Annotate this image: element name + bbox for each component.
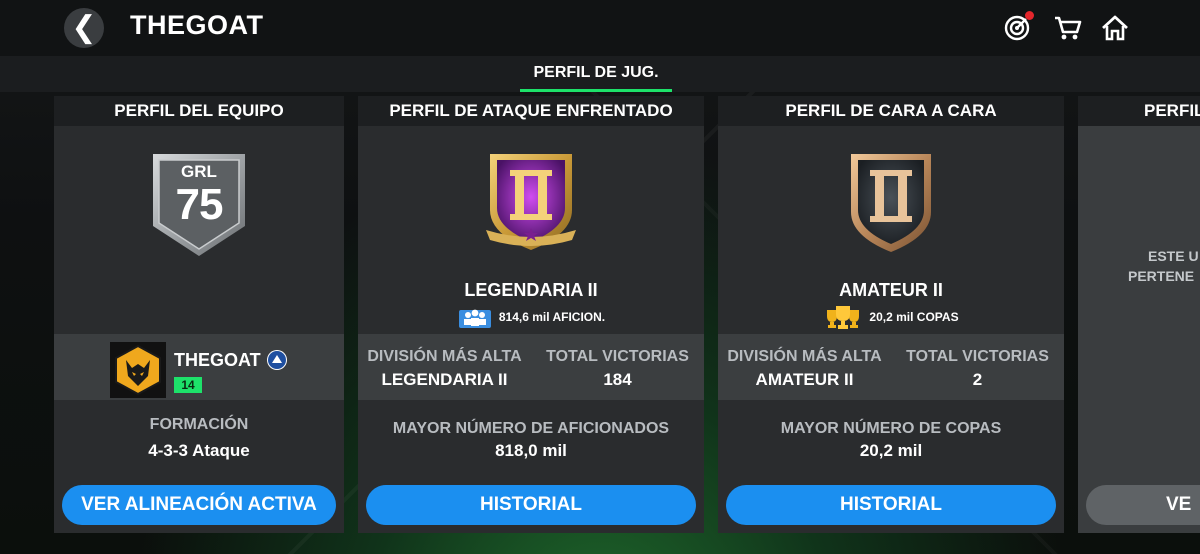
attack-stats-columns: DIVISIÓN MÁS ALTA LEGENDARIA II TOTAL VI… xyxy=(358,348,704,390)
highest-division-value: LEGENDARIA II xyxy=(381,370,508,389)
highest-division-label: DIVISIÓN MÁS ALTA xyxy=(727,348,882,365)
partial-text-line1: ESTE U xyxy=(1148,248,1199,264)
notification-dot xyxy=(1025,11,1034,20)
amateur-shield-icon xyxy=(851,154,931,252)
grl-label: GRL xyxy=(181,162,217,181)
amateur-rank-badge xyxy=(847,150,935,259)
tab-strip: PERFIL DE JUG. xyxy=(0,56,1200,92)
division-emblem-icon xyxy=(267,350,287,370)
h2h-rank-name: AMATEUR II xyxy=(839,280,943,300)
overall-rating-badge: GRL 75 xyxy=(151,152,247,263)
view-active-lineup-button[interactable]: VER ALINEACIÓN ACTIVA xyxy=(62,485,336,525)
most-cups-value: 20,2 mil xyxy=(859,441,923,460)
total-wins-label: TOTAL VICTORIAS xyxy=(546,348,689,365)
most-cups-label: MAYOR NÚMERO DE COPAS xyxy=(780,420,1002,437)
home-icon[interactable] xyxy=(1101,14,1129,42)
fans-stat: 814,6 mil AFICION. xyxy=(358,304,704,330)
total-wins-label: TOTAL VICTORIAS xyxy=(906,348,1049,365)
h2h-profile-card: PERFIL DE CARA A CARA AMATEUR II 20,2 mi… xyxy=(718,96,1064,533)
attack-profile-card: PERFIL DE ATAQUE ENFRENTADO LEGENDARIA I… xyxy=(358,96,704,533)
partial-profile-card: PERFIL ESTE U PERTENE VE xyxy=(1078,96,1200,533)
card-title: PERFIL DEL EQUIPO xyxy=(54,96,344,126)
objectives-target-icon[interactable] xyxy=(1003,11,1034,42)
card-title: PERFIL xyxy=(1078,96,1200,126)
cups-stat-value: 20,2 mil COPAS xyxy=(869,310,959,324)
legendary-shield-icon xyxy=(486,154,576,250)
level-badge: 14 xyxy=(174,377,202,393)
attack-rank-name: LEGENDARIA II xyxy=(464,280,598,300)
wolf-crest-icon xyxy=(115,344,161,396)
club-name: THEGOAT xyxy=(174,350,261,370)
formation-label: FORMACIÓN xyxy=(149,416,249,433)
back-chevron-icon: ❮ xyxy=(71,11,97,44)
most-fans-label: MAYOR NÚMERO DE AFICIONADOS xyxy=(392,420,670,437)
club-row: THEGOAT 14 xyxy=(54,334,344,400)
h2h-stats-columns: DIVISIÓN MÁS ALTA AMATEUR II TOTAL VICTO… xyxy=(718,348,1064,390)
card-title: PERFIL DE CARA A CARA xyxy=(718,96,1064,126)
legendary-rank-badge xyxy=(486,150,576,259)
team-profile-card: PERFIL DEL EQUIPO GRL 75 THEGOAT 14 FORM… xyxy=(54,96,344,533)
club-crest xyxy=(110,342,166,398)
most-fans-value: 818,0 mil xyxy=(495,441,567,460)
formation-value: 4-3-3 Ataque xyxy=(148,441,250,460)
back-button[interactable]: ❮ xyxy=(64,8,104,48)
fans-stat-value: 814,6 mil AFICION. xyxy=(498,310,606,324)
total-wins-value: 2 xyxy=(972,370,983,389)
total-wins-value: 184 xyxy=(603,370,632,389)
highest-division-label: DIVISIÓN MÁS ALTA xyxy=(367,348,522,365)
store-cart-icon[interactable] xyxy=(1054,14,1082,42)
top-bar: ❮ THEGOAT xyxy=(0,0,1200,56)
trophies-icon xyxy=(827,306,860,329)
highest-division-value: AMATEUR II xyxy=(755,370,854,389)
partial-view-button[interactable]: VE xyxy=(1086,485,1200,525)
cups-stat: 20,2 mil COPAS xyxy=(718,304,1064,330)
partial-text-line2: PERTENE xyxy=(1128,268,1195,284)
tab-player-profile[interactable]: PERFIL DE JUG. xyxy=(520,56,672,92)
card-title: PERFIL DE ATAQUE ENFRENTADO xyxy=(358,96,704,126)
attack-history-button[interactable]: HISTORIAL xyxy=(366,485,696,525)
page-title: THEGOAT xyxy=(130,10,264,40)
h2h-history-button[interactable]: HISTORIAL xyxy=(726,485,1056,525)
fans-icon xyxy=(458,309,491,328)
grl-value: 75 xyxy=(175,180,224,229)
tab-active-indicator xyxy=(520,89,672,92)
tab-label: PERFIL DE JUG. xyxy=(533,64,659,81)
